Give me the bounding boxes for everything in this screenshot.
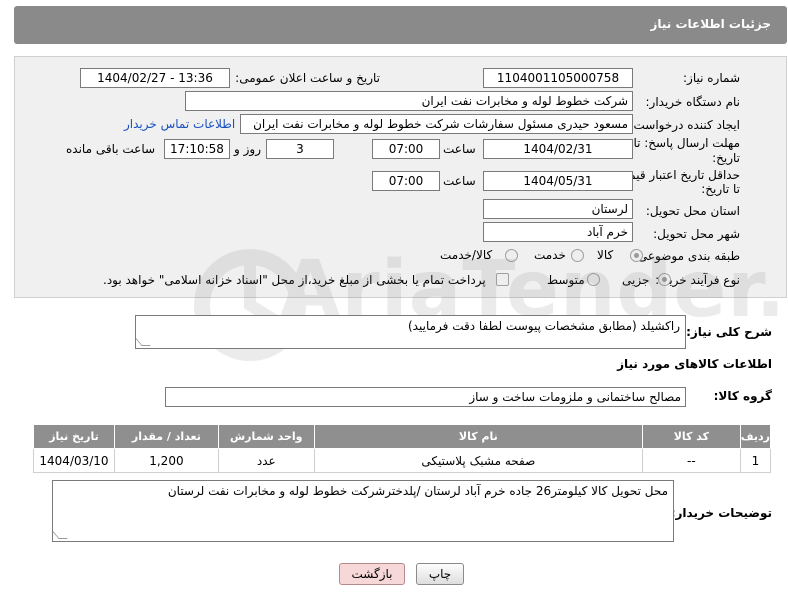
category-label: طبقه بندی موضوعی: [633, 249, 740, 263]
days-label: روز و [234, 142, 261, 156]
treasury-payment-note: پرداخت تمام یا بخشی از مبلغ خرید،از محل … [103, 273, 486, 287]
process-option-minor: جزیی [622, 273, 650, 287]
deadline-time-field: 07:00 [372, 139, 440, 159]
need-number-field: 1104001105000758 [483, 68, 633, 88]
city-label: شهر محل تحویل: [653, 227, 740, 241]
cell-date: 1404/03/10 [33, 448, 115, 473]
col-unit: واحد شمارش [217, 424, 315, 449]
page-title: جزئیات اطلاعات نیاز [650, 17, 771, 31]
city-field: خرم آباد [483, 222, 633, 242]
announce-date-label: تاریخ و ساعت اعلان عمومی: [235, 71, 380, 85]
need-number-label: شماره نیاز: [683, 71, 740, 85]
announce-date-field: 1404/02/27 - 13:36 [80, 68, 230, 88]
page-header: جزئیات اطلاعات نیاز [14, 6, 787, 44]
remaining-time-label: ساعت باقی مانده [66, 142, 156, 156]
remaining-time-field: 17:10:58 [164, 139, 230, 159]
creator-field: مسعود حیدری مسئول سفارشات شرکت خطوط لوله… [240, 114, 633, 134]
description-text: راکشیلد (مطابق مشخصات پیوست لطفا دقت فرم… [408, 319, 680, 333]
process-radio-medium[interactable] [587, 273, 600, 286]
table-row: 1 -- صفحه مشبک پلاستیکی عدد 1,200 1404/0… [33, 448, 772, 473]
col-name: نام کالا [313, 424, 643, 449]
col-qty: تعداد / مقدار [114, 424, 219, 449]
deadline-label-date: تاریخ: [712, 151, 740, 165]
deadline-date-field: 1404/02/31 [483, 139, 633, 159]
resize-handle-icon [136, 337, 151, 346]
price-validity-time-label: ساعت [443, 174, 476, 188]
buyer-org-field: شرکت خطوط لوله و مخابرات نفت ایران [185, 91, 633, 111]
category-option-service: خدمت [534, 248, 566, 262]
goods-group-label: گروه کالا: [713, 389, 772, 403]
deadline-label: مهلت ارسال پاسخ: تا [633, 136, 740, 150]
price-validity-time-field: 07:00 [372, 171, 440, 191]
cell-qty: 1,200 [114, 448, 219, 473]
province-label: استان محل تحویل: [645, 204, 740, 218]
category-radio-goods-service[interactable] [505, 249, 518, 262]
province-field: لرستان [483, 199, 633, 219]
description-field: راکشیلد (مطابق مشخصات پیوست لطفا دقت فرم… [135, 315, 686, 349]
category-option-goods-service: کالا/خدمت [440, 248, 493, 262]
cell-code: -- [641, 448, 741, 473]
category-radio-service[interactable] [571, 249, 584, 262]
cell-index: 1 [739, 448, 772, 473]
goods-group-field: مصالح ساختمانی و ملزومات ساخت و ساز [165, 387, 686, 407]
buyer-notes-field: محل تحویل کالا کیلومتر26 جاده خرم آباد ل… [52, 480, 674, 542]
treasury-payment-checkbox[interactable] [496, 273, 509, 286]
price-validity-label-date: تا تاریخ: [701, 182, 740, 196]
buyer-org-label: نام دستگاه خریدار: [645, 95, 741, 109]
back-button[interactable]: بازگشت [339, 563, 405, 585]
process-radio-minor[interactable] [658, 273, 671, 286]
deadline-time-label: ساعت [443, 142, 476, 156]
col-date: تاریخ نیاز [33, 424, 115, 449]
goods-section-title: اطلاعات کالاهای مورد نیاز [617, 357, 772, 371]
process-option-medium: متوسط [547, 273, 585, 287]
buyer-notes-label: توضیحات خریدار: [670, 506, 772, 520]
cell-unit: عدد [217, 448, 315, 473]
print-button[interactable]: چاپ [416, 563, 464, 585]
cell-name: صفحه مشبک پلاستیکی [313, 448, 643, 473]
category-radio-goods[interactable] [630, 249, 643, 262]
days-remaining-field: 3 [266, 139, 334, 159]
price-validity-date-field: 1404/05/31 [483, 171, 633, 191]
creator-label: ایجاد کننده درخواست: [629, 118, 740, 132]
resize-handle-icon [53, 530, 68, 539]
col-index: ردیف [739, 424, 772, 449]
buyer-notes-text: محل تحویل کالا کیلومتر26 جاده خرم آباد ل… [167, 484, 668, 498]
goods-table: ردیف کد کالا نام کالا واحد شمارش تعداد /… [33, 424, 772, 473]
col-code: کد کالا [641, 424, 741, 449]
buyer-contact-link[interactable]: اطلاعات تماس خریدار [124, 117, 235, 131]
goods-table-header: ردیف کد کالا نام کالا واحد شمارش تعداد /… [33, 424, 772, 449]
category-option-goods: کالا [597, 248, 614, 262]
description-label: شرح کلی نیاز: [686, 325, 772, 339]
